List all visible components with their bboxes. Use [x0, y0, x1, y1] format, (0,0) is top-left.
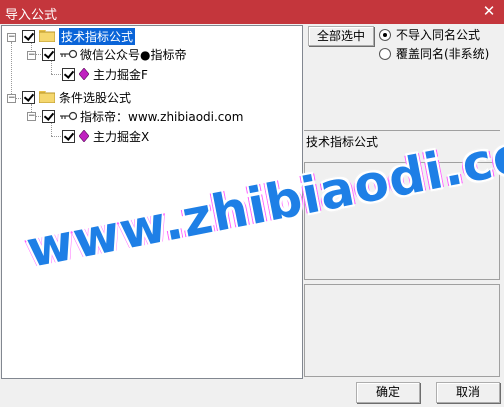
info-panel-bottom	[304, 284, 500, 377]
key-icon	[60, 111, 77, 121]
import-formula-dialog: 导入公式 ✕ − 技术指标公式 − 微信公众号●指标帝 主力掘金F − 条件选股…	[0, 0, 504, 407]
tree-expander[interactable]: −	[7, 33, 16, 42]
cancel-button[interactable]: 取消	[436, 382, 500, 403]
close-icon[interactable]: ✕	[480, 2, 498, 20]
tree-node-wechat[interactable]: 微信公众号●指标帝	[42, 45, 186, 63]
title-bar[interactable]: 导入公式 ✕	[0, 0, 504, 24]
tree-node-label: 微信公众号●指标帝	[80, 47, 187, 62]
tree-checkbox[interactable]	[42, 47, 55, 61]
radio-no-import[interactable]: 不导入同名公式	[379, 26, 480, 43]
folder-icon	[39, 91, 55, 103]
tree-node-label: 条件选股公式	[59, 90, 132, 105]
tree-expander[interactable]: −	[7, 94, 16, 103]
tree-node-label: 技术指标公式	[59, 27, 136, 45]
select-all-button[interactable]: 全部选中	[308, 26, 374, 46]
folder-icon	[39, 30, 55, 42]
ok-button[interactable]: 确定	[356, 382, 420, 403]
tree-node-tech-indicator[interactable]: 技术指标公式	[22, 27, 136, 45]
radio-label: 覆盖同名(非系统)	[396, 47, 490, 61]
info-header: 技术指标公式	[306, 135, 379, 149]
tree-checkbox[interactable]	[42, 109, 55, 123]
key-icon	[60, 49, 77, 59]
tree-expander[interactable]: −	[27, 51, 36, 60]
tree-checkbox[interactable]	[22, 29, 35, 43]
formula-gem-icon	[79, 130, 89, 142]
radio-button[interactable]	[379, 47, 391, 60]
tree-node-label: 指标帝：www.zhibiaodi.com	[80, 109, 244, 124]
radio-overwrite[interactable]: 覆盖同名(非系统)	[379, 45, 489, 62]
tree-node-formula-f[interactable]: 主力掘金F	[62, 65, 148, 83]
tree-checkbox[interactable]	[22, 90, 35, 104]
radio-button[interactable]	[379, 28, 391, 41]
radio-label: 不导入同名公式	[396, 28, 481, 42]
tree-node-formula-x[interactable]: 主力掘金X	[62, 127, 149, 145]
tree-node-condition-select[interactable]: 条件选股公式	[22, 88, 131, 106]
tree-node-zhibiaodi[interactable]: 指标帝：www.zhibiaodi.com	[42, 107, 243, 125]
tree-checkbox[interactable]	[62, 67, 75, 81]
tree-node-label: 主力掘金F	[93, 67, 148, 82]
formula-gem-icon	[79, 68, 89, 80]
window-title: 导入公式	[5, 8, 58, 23]
tree-node-label: 主力掘金X	[93, 129, 150, 144]
tree-checkbox[interactable]	[62, 129, 75, 143]
tree-expander[interactable]: −	[27, 112, 36, 121]
